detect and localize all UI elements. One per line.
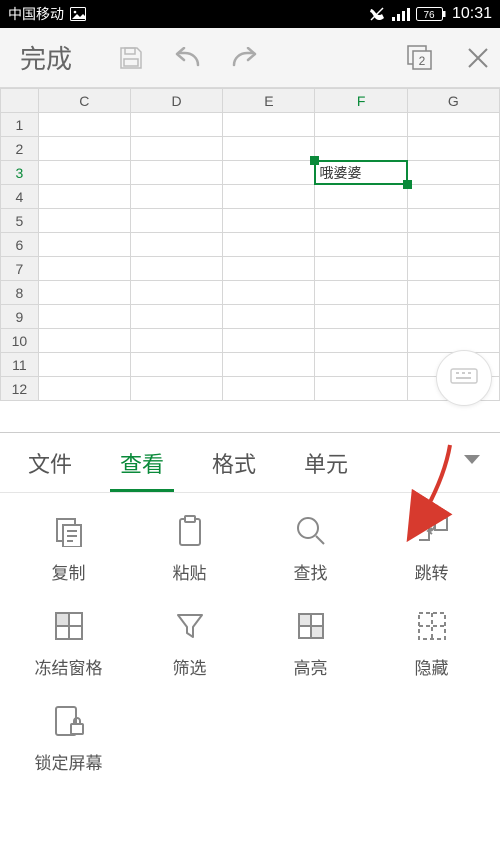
- redo-icon: [230, 47, 260, 69]
- signal-icon: [392, 7, 410, 21]
- tool-lock-screen[interactable]: 锁定屏幕: [8, 703, 129, 774]
- undo-button[interactable]: [172, 47, 202, 69]
- tool-label: 粘贴: [173, 559, 207, 584]
- status-bar: 中国移动 76 10:31: [0, 0, 500, 28]
- copy-icon: [53, 515, 85, 547]
- paste-icon: [175, 514, 205, 548]
- tool-label: 查找: [294, 559, 328, 584]
- column-header-row: C D E F G: [1, 89, 500, 113]
- lock-screen-icon: [53, 704, 85, 738]
- tool-label: 锁定屏幕: [35, 749, 103, 774]
- selection-handle[interactable]: [403, 180, 412, 189]
- col-header[interactable]: E: [223, 89, 315, 113]
- tool-label: 高亮: [294, 654, 328, 679]
- row-header[interactable]: 11: [1, 353, 39, 377]
- tool-paste[interactable]: 粘贴: [129, 513, 250, 584]
- tabs-more-button[interactable]: [448, 453, 496, 472]
- sheets-icon: 2: [406, 44, 434, 72]
- col-header[interactable]: D: [130, 89, 222, 113]
- search-icon: [295, 515, 327, 547]
- done-button[interactable]: 完成: [10, 39, 82, 76]
- tab-file[interactable]: 文件: [4, 433, 96, 492]
- app-toolbar: 完成 2: [0, 28, 500, 88]
- filter-icon: [175, 611, 205, 641]
- keyboard-icon: [450, 368, 478, 388]
- svg-text:2: 2: [419, 54, 426, 68]
- tool-freeze[interactable]: 冻结窗格: [8, 608, 129, 679]
- row-header[interactable]: 1: [1, 113, 39, 137]
- chevron-down-icon: [462, 453, 482, 467]
- tool-label: 冻结窗格: [35, 654, 103, 679]
- row-header[interactable]: 2: [1, 137, 39, 161]
- bottom-panel: 文件 查看 格式 单元 复制 粘贴 查找 跳转 冻结窗格 筛: [0, 432, 500, 850]
- tool-goto[interactable]: 跳转: [371, 513, 492, 584]
- row-header[interactable]: 12: [1, 377, 39, 401]
- tool-find[interactable]: 查找: [250, 513, 371, 584]
- close-button[interactable]: [466, 46, 490, 70]
- col-header[interactable]: C: [38, 89, 130, 113]
- tool-label: 跳转: [415, 559, 449, 584]
- mute-icon: [368, 6, 386, 22]
- carrier-label: 中国移动: [8, 4, 64, 24]
- selected-cell[interactable]: 哦婆婆: [315, 161, 407, 185]
- tool-copy[interactable]: 复制: [8, 513, 129, 584]
- tools-grid: 复制 粘贴 查找 跳转 冻结窗格 筛选 高亮 隐藏: [0, 493, 500, 774]
- tab-format[interactable]: 格式: [188, 433, 280, 492]
- svg-text:76: 76: [423, 10, 435, 21]
- tool-filter[interactable]: 筛选: [129, 608, 250, 679]
- clock-label: 10:31: [452, 5, 492, 23]
- keyboard-toggle-button[interactable]: [436, 350, 492, 406]
- row-header[interactable]: 10: [1, 329, 39, 353]
- tool-label: 筛选: [173, 654, 207, 679]
- save-icon: [118, 45, 144, 71]
- spreadsheet[interactable]: C D E F G 1 2 3 哦婆婆 4 5 6 7 8 9 10 11 12: [0, 88, 500, 401]
- row-header[interactable]: 6: [1, 233, 39, 257]
- undo-icon: [172, 47, 202, 69]
- panel-tabs: 文件 查看 格式 单元: [0, 433, 500, 493]
- tab-view[interactable]: 查看: [96, 433, 188, 492]
- tool-highlight[interactable]: 高亮: [250, 608, 371, 679]
- redo-button[interactable]: [230, 47, 260, 69]
- corner-cell[interactable]: [1, 89, 39, 113]
- col-header-selected[interactable]: F: [315, 89, 407, 113]
- tool-label: 隐藏: [415, 654, 449, 679]
- col-header[interactable]: G: [407, 89, 499, 113]
- hide-icon: [416, 610, 448, 642]
- tab-cell[interactable]: 单元: [280, 433, 372, 492]
- row-header[interactable]: 9: [1, 305, 39, 329]
- goto-icon: [415, 516, 449, 546]
- row-header[interactable]: 8: [1, 281, 39, 305]
- close-icon: [466, 46, 490, 70]
- cell-value: 哦婆婆: [319, 165, 361, 181]
- row-header[interactable]: 7: [1, 257, 39, 281]
- save-button[interactable]: [118, 45, 144, 71]
- image-icon: [70, 7, 86, 21]
- sheets-button[interactable]: 2: [406, 44, 434, 72]
- tool-label: 复制: [52, 559, 86, 584]
- row-header[interactable]: 5: [1, 209, 39, 233]
- freeze-icon: [53, 610, 85, 642]
- row-header[interactable]: 4: [1, 185, 39, 209]
- row-header-selected[interactable]: 3: [1, 161, 39, 185]
- highlight-icon: [295, 610, 327, 642]
- selection-handle[interactable]: [310, 156, 319, 165]
- tool-hide[interactable]: 隐藏: [371, 608, 492, 679]
- battery-icon: 76: [416, 7, 446, 21]
